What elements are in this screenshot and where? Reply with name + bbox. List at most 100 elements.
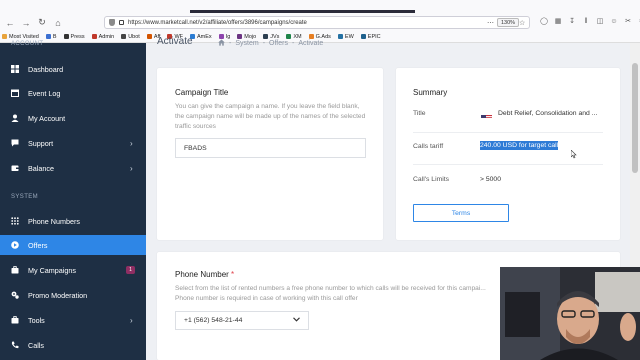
us-flag-icon bbox=[481, 110, 492, 118]
divider bbox=[413, 132, 603, 133]
reload-icon[interactable]: ↻ bbox=[36, 17, 48, 29]
bookmark-item[interactable]: EW bbox=[337, 33, 354, 40]
breadcrumb-separator: - bbox=[291, 40, 295, 47]
home-icon[interactable]: ⌂ bbox=[52, 17, 64, 29]
phone-number-title: Phone Number bbox=[175, 270, 229, 279]
bookmark-label: B bbox=[52, 33, 57, 40]
bookmark-label: Admin bbox=[98, 33, 115, 40]
bookmark-item[interactable]: EPIC bbox=[360, 33, 381, 40]
summary-tariff-value: 240.00 USD for target call bbox=[480, 141, 559, 150]
screenshot-icon[interactable]: ✂ bbox=[624, 17, 632, 26]
phone-number-selected: +1 (562) 548-21-44 bbox=[184, 317, 243, 324]
webcam-overlay bbox=[500, 267, 640, 360]
sidebar-item-promo-moderation[interactable]: Promo Moderation bbox=[0, 285, 146, 305]
bookmark-star-icon[interactable]: ☆ bbox=[519, 19, 525, 27]
sidebar-item-my-account[interactable]: My Account bbox=[0, 108, 146, 128]
chevron-right-icon: › bbox=[130, 163, 133, 173]
gears-icon bbox=[11, 291, 19, 299]
bookmark-item[interactable]: Most Visited bbox=[2, 34, 39, 40]
home-icon[interactable] bbox=[218, 39, 225, 48]
bookmark-favicon-icon bbox=[63, 34, 69, 39]
phone-number-heading: Phone Number * bbox=[175, 270, 234, 279]
bookmark-item[interactable]: Admin bbox=[91, 33, 115, 40]
chevron-down-icon bbox=[293, 317, 300, 324]
summary-title-label: Title bbox=[413, 110, 426, 117]
summary-card: Summary Title Debt Relief, Consolidation… bbox=[396, 68, 620, 240]
library-icon[interactable]: ‖ bbox=[582, 17, 590, 26]
back-icon[interactable]: ← bbox=[4, 17, 16, 29]
breadcrumb-separator: - bbox=[262, 40, 266, 47]
bookmark-item[interactable]: B bbox=[45, 33, 57, 40]
download-icon[interactable]: ↧ bbox=[568, 17, 576, 26]
sidebar-item-label: My Account bbox=[28, 113, 66, 123]
sidebar-item-my-campaigns[interactable]: My Campaigns 1 bbox=[0, 260, 146, 280]
sidebar-item-label: Event Log bbox=[28, 88, 61, 98]
lock-icon bbox=[119, 20, 124, 25]
support-icon bbox=[11, 139, 19, 147]
bookmark-favicon-icon bbox=[146, 34, 152, 39]
bookmark-label: EW bbox=[344, 33, 354, 40]
bookmark-item[interactable]: AmEx bbox=[190, 34, 212, 40]
bookmark-label: Ubot bbox=[128, 33, 140, 40]
sidebar-item-label: Dashboard bbox=[28, 64, 64, 74]
breadcrumb: - System - Offers - Activate bbox=[218, 39, 323, 48]
phone-number-select[interactable]: +1 (562) 548-21-44 bbox=[175, 311, 309, 330]
sidebar-item-label: Tools bbox=[28, 315, 45, 325]
text-cursor-icon bbox=[570, 146, 577, 159]
divider bbox=[413, 164, 603, 165]
bookmark-favicon-icon bbox=[121, 34, 127, 39]
sidebar-item-dashboard[interactable]: Dashboard bbox=[0, 59, 146, 79]
breadcrumb-item[interactable]: Offers bbox=[269, 40, 288, 47]
sidebar-item-phone-numbers[interactable]: Phone Numbers bbox=[0, 211, 146, 231]
sidebar-item-support[interactable]: Support › bbox=[0, 133, 146, 153]
wallet-icon bbox=[11, 164, 19, 172]
play-circle-icon bbox=[11, 241, 19, 249]
container-icon[interactable]: ▦ bbox=[554, 17, 562, 26]
chevron-right-icon: › bbox=[130, 138, 133, 148]
screen: ← → ↻ ⌂ https://www.marketcall.net/v2/af… bbox=[0, 0, 640, 360]
user-icon bbox=[11, 114, 19, 122]
sidebar-toggle-icon[interactable]: ◫ bbox=[596, 17, 604, 26]
bookmark-favicon-icon bbox=[45, 34, 51, 39]
browser-toolbar: ← → ↻ ⌂ https://www.marketcall.net/v2/af… bbox=[0, 14, 640, 31]
sidebar-item-offers[interactable]: Offers bbox=[0, 235, 146, 255]
bookmark-label: Press bbox=[70, 33, 85, 40]
bookmark-item[interactable]: Press bbox=[63, 33, 85, 40]
bookmark-favicon-icon bbox=[2, 34, 7, 39]
sidebar-item-label: Promo Moderation bbox=[28, 290, 88, 300]
sidebar-item-label: Offers bbox=[28, 240, 48, 250]
scrollbar-thumb[interactable] bbox=[632, 63, 638, 173]
summary-tariff-label: Calls tariff bbox=[413, 143, 444, 150]
zoom-level[interactable]: 130% bbox=[497, 18, 520, 27]
sidebar-item-label: Calls bbox=[28, 340, 44, 350]
bookmark-label: EPIC bbox=[367, 33, 381, 40]
summary-heading: Summary bbox=[413, 88, 448, 97]
forward-icon[interactable]: → bbox=[20, 17, 32, 29]
campaign-title-input[interactable]: FBADS bbox=[175, 138, 366, 158]
pocket-icon[interactable]: ◯ bbox=[540, 17, 548, 26]
terms-button[interactable]: Terms bbox=[413, 204, 509, 222]
sidebar-item-calls[interactable]: Calls bbox=[0, 335, 146, 355]
phone-number-help: Select from the list of rented numbers a… bbox=[175, 285, 486, 302]
account-icon[interactable]: ☺ bbox=[610, 17, 618, 26]
required-mark: * bbox=[231, 270, 235, 279]
page-actions-icon[interactable]: ⋯ bbox=[487, 19, 494, 27]
sidebar-section-account: ACCOUNT bbox=[11, 41, 44, 47]
phone-icon bbox=[11, 341, 19, 349]
dialpad-icon bbox=[11, 217, 19, 225]
campaign-title-heading: Campaign Title bbox=[175, 88, 229, 97]
selected-text: 240.00 USD for target call bbox=[480, 141, 559, 150]
breadcrumb-item[interactable]: System bbox=[235, 40, 258, 47]
chevron-right-icon: › bbox=[130, 315, 133, 325]
sidebar: ACCOUNT Dashboard Event Log My Account S… bbox=[0, 41, 146, 360]
sidebar-item-label: Phone Numbers bbox=[28, 216, 80, 226]
sidebar-item-tools[interactable]: Tools › bbox=[0, 310, 146, 330]
calendar-icon bbox=[11, 89, 19, 97]
bookmark-favicon-icon bbox=[91, 34, 97, 39]
sidebar-item-balance[interactable]: Balance › bbox=[0, 158, 146, 178]
address-bar[interactable]: https://www.marketcall.net/v2/affiliate/… bbox=[104, 16, 530, 29]
sidebar-item-event-log[interactable]: Event Log bbox=[0, 83, 146, 103]
dashboard-icon bbox=[11, 65, 19, 73]
bookmark-item[interactable]: Ubot bbox=[121, 34, 140, 40]
sidebar-item-label: Balance bbox=[28, 163, 54, 173]
